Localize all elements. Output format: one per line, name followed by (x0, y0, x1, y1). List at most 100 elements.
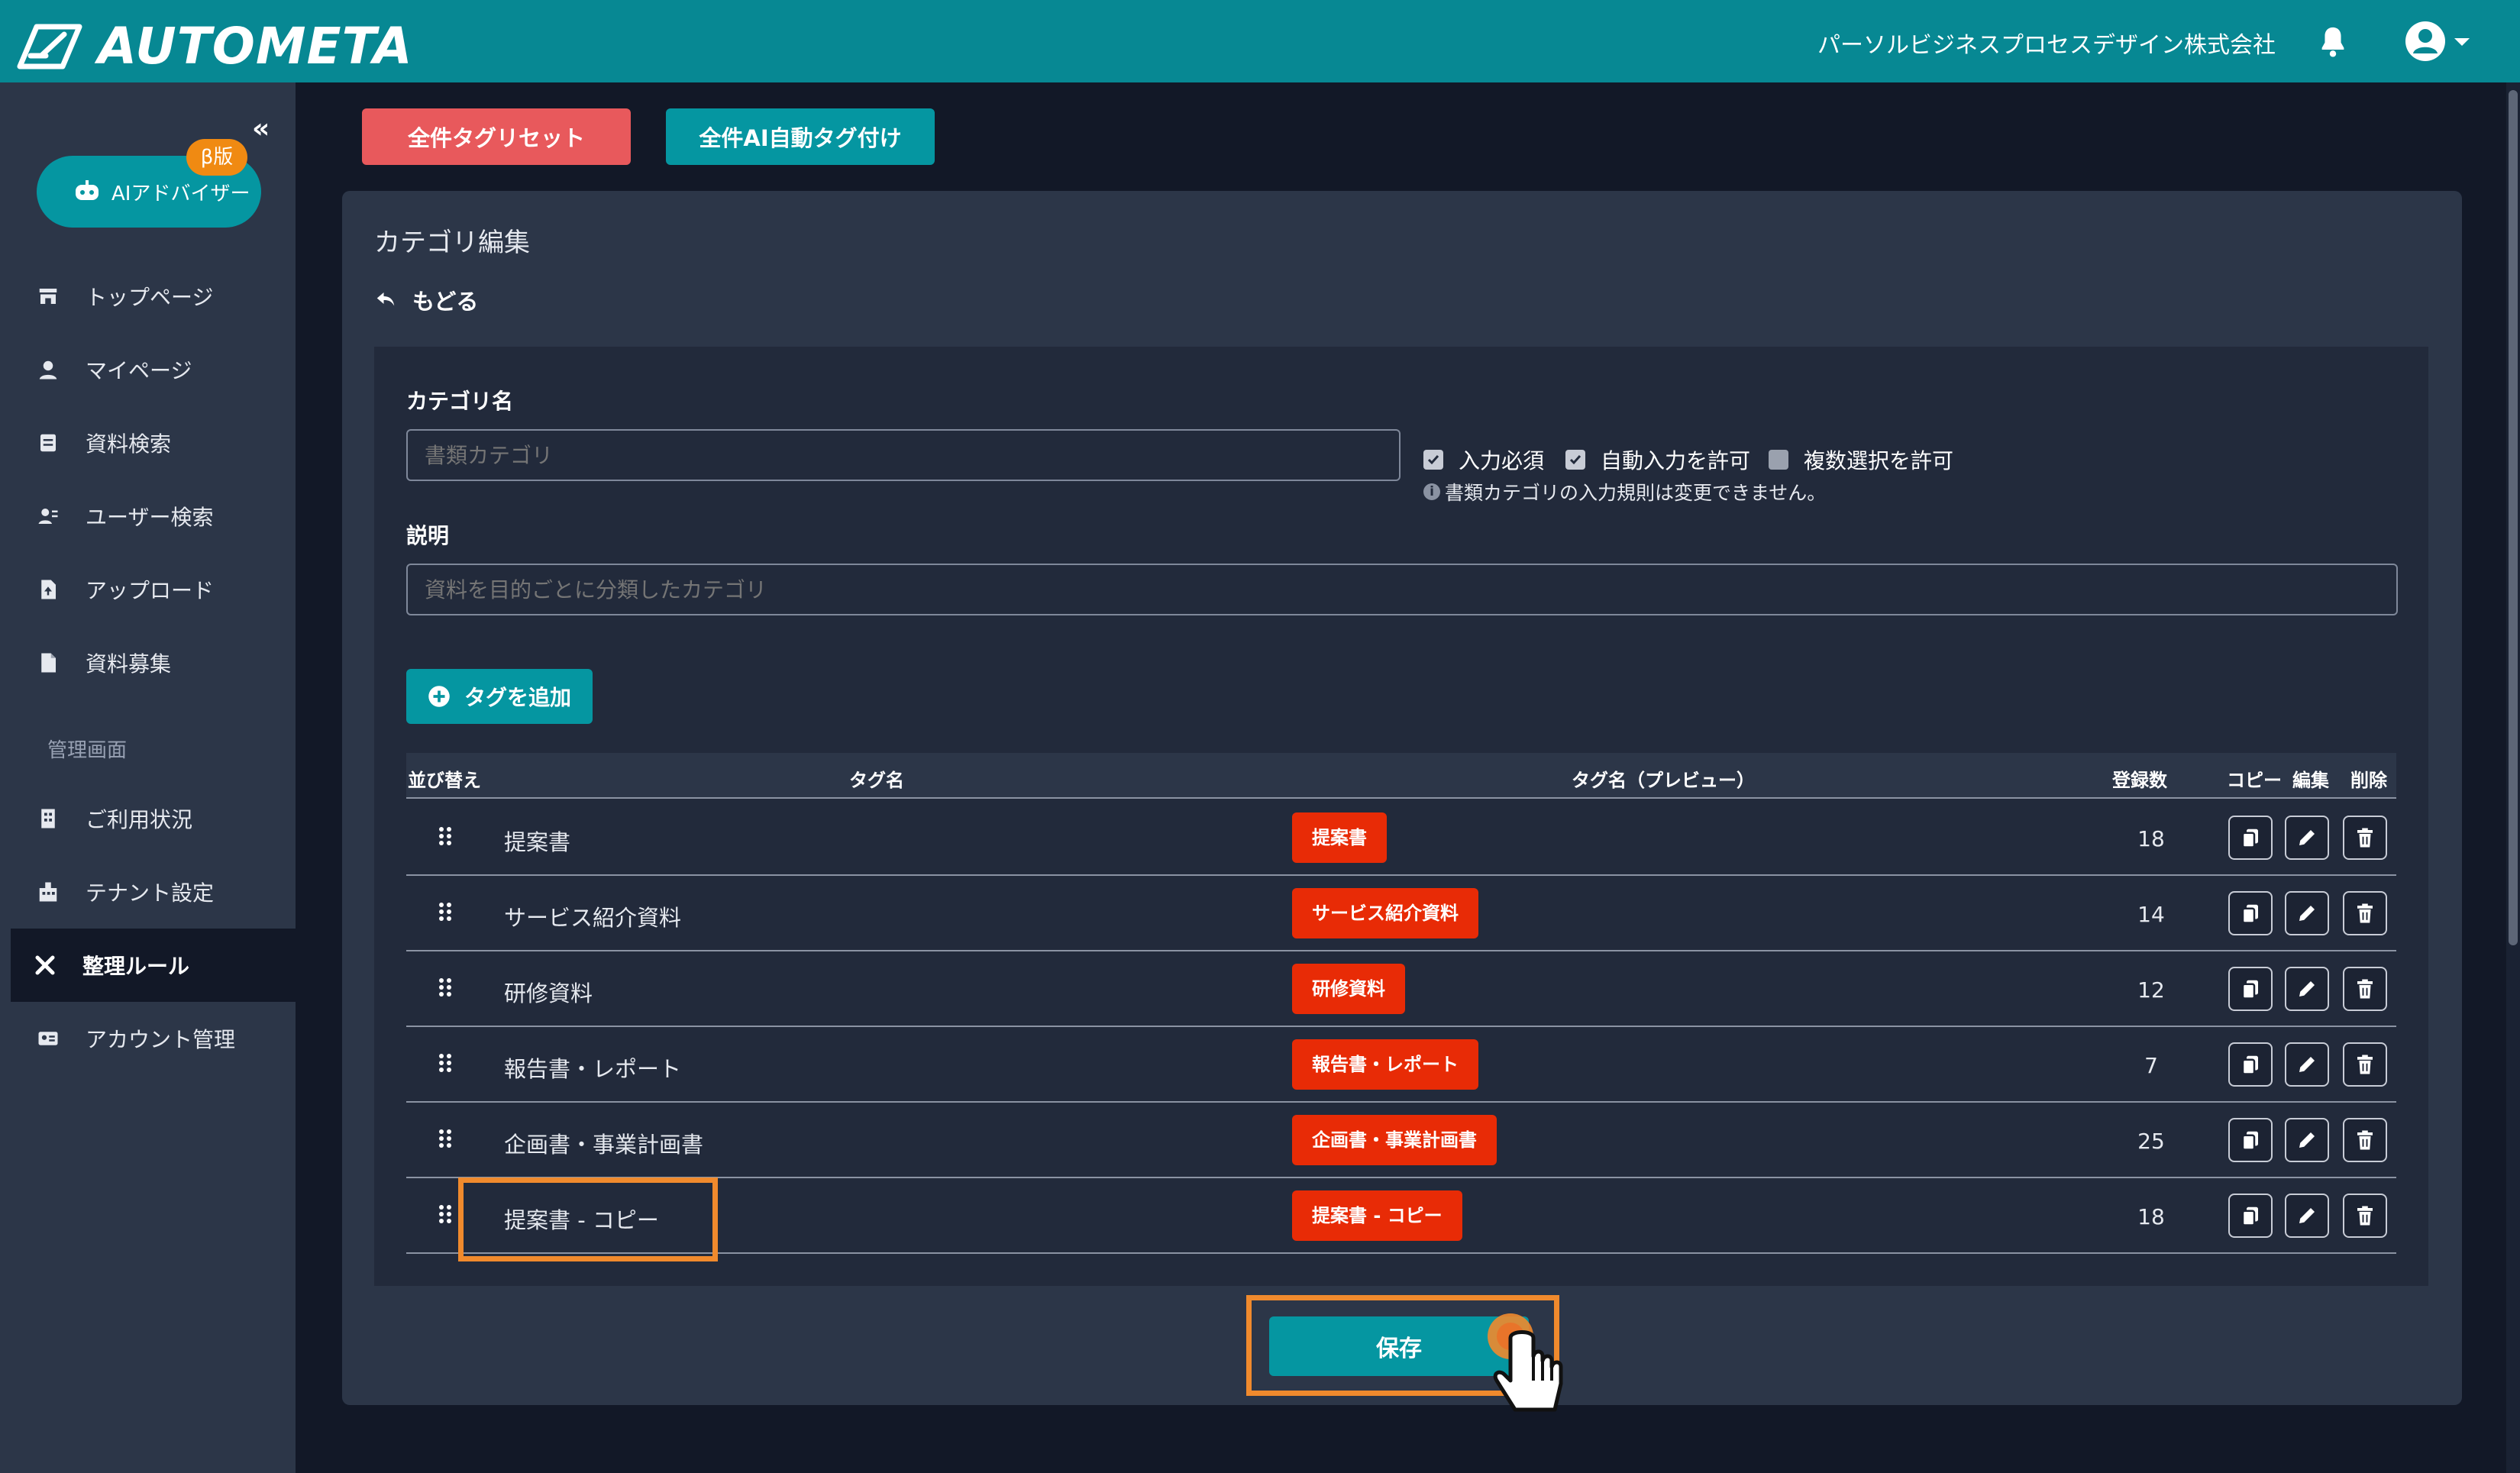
delete-tag-button[interactable] (2343, 967, 2387, 1011)
sidebar-item-label: マイページ (86, 358, 192, 383)
delete-tag-button[interactable] (2343, 891, 2387, 935)
ai-advisor-label: AIアドバイザー (111, 182, 250, 205)
drag-handle-icon[interactable] (438, 977, 452, 997)
description-label: 説明 (406, 523, 450, 548)
tag-name: 研修資料 (504, 980, 593, 1006)
sidebar-item-tenant-settings[interactable]: テナント設定 (0, 855, 296, 929)
pencil-icon (2299, 1057, 2315, 1072)
tag-preview-badge: 提案書 (1292, 812, 1387, 863)
back-arrow-icon (376, 292, 395, 306)
reset-all-tags-button[interactable]: 全件タグリセット (362, 108, 631, 165)
tag-name: 報告書・レポート (504, 1056, 682, 1082)
admin-section-label: 管理画面 (47, 739, 128, 762)
description-input[interactable] (406, 564, 2398, 615)
copy-tag-button[interactable] (2228, 1042, 2273, 1087)
multi-select-checkbox[interactable]: 複数選択を許可 (1769, 444, 1953, 475)
auto-input-checkbox[interactable]: 自動入力を許可 (1565, 444, 1750, 475)
delete-tag-button[interactable] (2343, 816, 2387, 860)
edit-tag-button[interactable] (2285, 967, 2329, 1011)
sidebar-item-label: トップページ (86, 285, 214, 310)
table-row: 報告書・レポート 報告書・レポート 7 (406, 1027, 2396, 1103)
copy-icon (2241, 980, 2258, 1000)
drag-handle-icon[interactable] (438, 1053, 452, 1073)
category-name-input[interactable] (406, 429, 1401, 481)
sidebar-item-organize-rules[interactable]: 整理ルール (11, 929, 296, 1002)
user-menu-icon[interactable] (2404, 20, 2473, 63)
edit-tag-button[interactable] (2285, 1042, 2329, 1087)
column-copy: コピー (2227, 770, 2282, 791)
sidebar-item-usage[interactable]: ご利用状況 (0, 782, 296, 855)
tag-count: 18 (2137, 1204, 2165, 1229)
drag-handle-icon[interactable] (438, 826, 452, 846)
edit-tag-button[interactable] (2285, 1194, 2329, 1238)
tag-name: 提案書 (504, 829, 571, 855)
sidebar-item-label: アップロード (86, 578, 215, 603)
sidebar-item-upload[interactable]: アップロード (0, 553, 296, 626)
input-rule-note: i 書類カテゴリの入力規則は変更できません。 (1423, 478, 1826, 506)
logo-mark-icon (17, 24, 82, 69)
copy-tag-button[interactable] (2228, 816, 2273, 860)
back-link[interactable]: もどる (374, 284, 478, 316)
note-text: 書類カテゴリの入力規則は変更できません。 (1445, 482, 1827, 504)
sidebar-item-label: ユーザー検索 (86, 505, 214, 530)
table-row: サービス紹介資料 サービス紹介資料 14 (406, 876, 2396, 951)
sidebar-item-top-page[interactable]: トップページ (0, 260, 296, 333)
drag-handle-icon[interactable] (438, 1204, 452, 1224)
tag-count: 12 (2137, 977, 2165, 1003)
copy-icon (2241, 1207, 2258, 1226)
sidebar-item-document-request[interactable]: 資料募集 (0, 626, 296, 699)
pencil-icon (2299, 830, 2315, 845)
sidebar-item-document-search[interactable]: 資料検索 (0, 406, 296, 480)
drag-handle-icon[interactable] (438, 1129, 452, 1148)
building-icon (41, 809, 55, 829)
tag-table-header: 並び替え タグ名 タグ名（プレビュー） 登録数 コピー 編集 削除 (406, 753, 2396, 799)
tenant-icon (39, 882, 57, 902)
sidebar-item-label: 資料募集 (86, 651, 172, 677)
sidebar-item-my-page[interactable]: マイページ (0, 333, 296, 406)
document-search-icon (40, 434, 56, 452)
drag-handle-icon[interactable] (438, 902, 452, 922)
tag-preview-badge: サービス紹介資料 (1292, 888, 1478, 938)
highlight-copied-row (458, 1177, 718, 1261)
required-label: 入力必須 (1459, 448, 1545, 473)
file-icon (41, 653, 56, 673)
delete-tag-button[interactable] (2343, 1118, 2387, 1162)
column-delete: 削除 (2350, 770, 2387, 791)
collapse-sidebar-button[interactable]: « (252, 113, 270, 144)
column-tag-name: タグ名 (849, 770, 904, 791)
category-name-label: カテゴリ名 (406, 389, 514, 414)
copy-icon (2241, 904, 2258, 924)
checkbox-checked-icon (1423, 450, 1443, 470)
company-name: パーソルビジネスプロセスデザイン株式会社 (1817, 32, 2276, 59)
tag-name: サービス紹介資料 (504, 905, 682, 931)
logo[interactable]: AUTOMETA (15, 17, 413, 76)
auto-input-label: 自動入力を許可 (1601, 448, 1751, 473)
tag-preview-badge: 研修資料 (1292, 964, 1405, 1014)
copy-tag-button[interactable] (2228, 891, 2273, 935)
trash-icon (2357, 1130, 2373, 1150)
add-tag-button[interactable]: タグを追加 (406, 669, 593, 724)
copy-tag-button[interactable] (2228, 967, 2273, 1011)
ai-auto-tag-all-button[interactable]: 全件AI自動タグ付け (666, 108, 935, 165)
copy-tag-button[interactable] (2228, 1194, 2273, 1238)
copy-tag-button[interactable] (2228, 1118, 2273, 1162)
required-checkbox[interactable]: 入力必須 (1423, 444, 1544, 475)
delete-tag-button[interactable] (2343, 1194, 2387, 1238)
tag-count: 25 (2137, 1129, 2165, 1154)
delete-tag-button[interactable] (2343, 1042, 2387, 1087)
back-label: もどる (412, 289, 479, 315)
pencil-icon (2299, 1208, 2315, 1223)
edit-tag-button[interactable] (2285, 1118, 2329, 1162)
column-edit: 編集 (2292, 770, 2329, 791)
checkbox-unchecked-icon (1769, 450, 1788, 470)
sidebar-item-account-management[interactable]: アカウント管理 (0, 1002, 296, 1075)
pencil-icon (2299, 1132, 2315, 1148)
bell-icon[interactable] (2315, 24, 2350, 60)
edit-tag-button[interactable] (2285, 891, 2329, 935)
top-bar: AUTOMETA パーソルビジネスプロセスデザイン株式会社 (0, 0, 2520, 82)
copy-icon (2241, 1131, 2258, 1151)
add-tag-label: タグを追加 (464, 685, 572, 710)
edit-tag-button[interactable] (2285, 816, 2329, 860)
sidebar-item-user-search[interactable]: ユーザー検索 (0, 480, 296, 553)
scrollbar-thumb[interactable] (2509, 90, 2518, 945)
